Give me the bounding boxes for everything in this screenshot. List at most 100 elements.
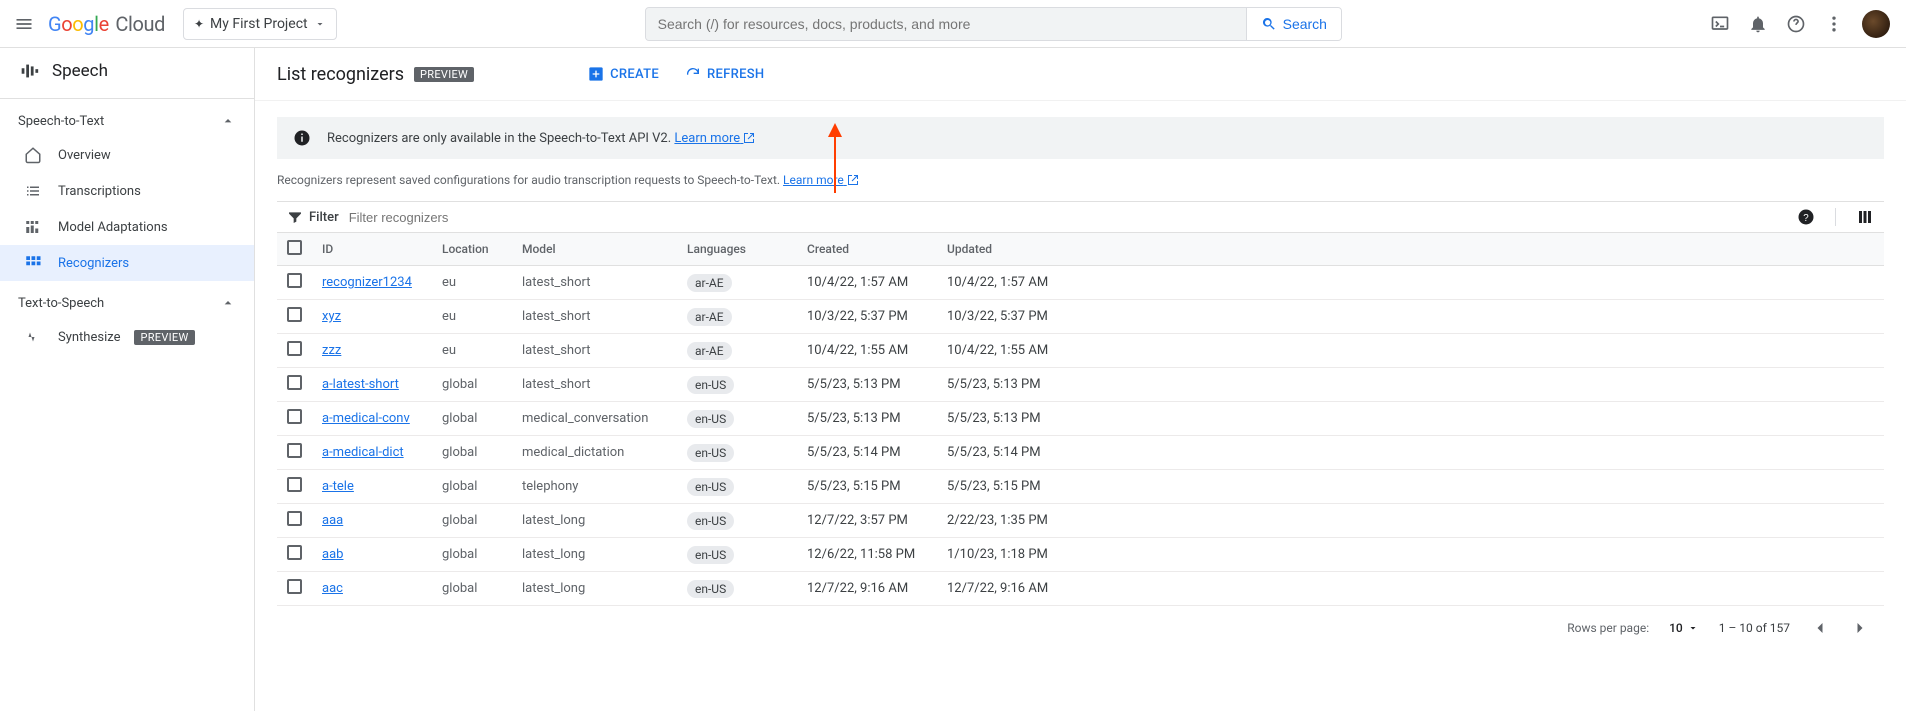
cell-location: global [432, 436, 512, 470]
filter-input[interactable] [349, 210, 1787, 225]
sidebar-item-overview[interactable]: Overview [0, 137, 254, 173]
table-row: a-medical-dictglobalmedical_dictationen-… [277, 436, 1884, 470]
cell-created: 5/5/23, 5:15 PM [797, 470, 937, 504]
row-checkbox[interactable] [287, 579, 302, 594]
help-icon[interactable] [1786, 14, 1806, 34]
cell-updated: 12/7/22, 9:16 AM [937, 572, 1884, 606]
menu-icon[interactable] [12, 12, 36, 36]
row-checkbox[interactable] [287, 341, 302, 356]
row-checkbox[interactable] [287, 477, 302, 492]
col-location[interactable]: Location [432, 233, 512, 266]
cell-lang: en-US [677, 572, 797, 606]
sidebar-item-recognizers[interactable]: Recognizers [0, 245, 254, 281]
speech-icon [18, 60, 40, 82]
col-created[interactable]: Created [797, 233, 937, 266]
recognizer-link[interactable]: zzz [322, 343, 341, 358]
project-picker[interactable]: ✦ My First Project [183, 8, 337, 40]
cell-model: medical_dictation [512, 436, 677, 470]
cell-location: eu [432, 300, 512, 334]
col-languages[interactable]: Languages [677, 233, 797, 266]
sidebar-item-label: Synthesize [58, 330, 120, 345]
more-icon[interactable] [1824, 14, 1844, 34]
sidebar-item-label: Transcriptions [58, 184, 141, 199]
home-icon [24, 146, 44, 164]
search-container: Search [645, 7, 1342, 41]
cell-updated: 10/3/22, 5:37 PM [937, 300, 1884, 334]
cell-lang: ar-AE [677, 300, 797, 334]
cell-created: 5/5/23, 5:13 PM [797, 368, 937, 402]
rows-per-page-select[interactable]: 10 [1669, 621, 1699, 635]
notifications-icon[interactable] [1748, 14, 1768, 34]
row-checkbox[interactable] [287, 409, 302, 424]
recognizer-link[interactable]: aaa [322, 513, 343, 528]
project-name: My First Project [210, 16, 308, 32]
recognizer-link[interactable]: a-medical-conv [322, 411, 410, 426]
content-header: List recognizers PREVIEW CREATE REFRESH [255, 48, 1906, 101]
row-checkbox[interactable] [287, 375, 302, 390]
col-model[interactable]: Model [512, 233, 677, 266]
cell-location: global [432, 538, 512, 572]
external-link-icon [743, 132, 755, 144]
recognizer-link[interactable]: a-medical-dict [322, 445, 404, 460]
create-button[interactable]: CREATE [582, 62, 665, 86]
row-checkbox[interactable] [287, 273, 302, 288]
cell-location: global [432, 402, 512, 436]
cell-lang: ar-AE [677, 334, 797, 368]
page-title: List recognizers PREVIEW [277, 64, 474, 85]
refresh-button[interactable]: REFRESH [679, 62, 770, 86]
banner-learn-more-link[interactable]: Learn more [674, 131, 755, 146]
row-checkbox[interactable] [287, 443, 302, 458]
refresh-label: REFRESH [707, 67, 764, 82]
plus-icon [588, 66, 604, 82]
chevron-up-icon [220, 295, 236, 311]
next-page-button[interactable] [1850, 618, 1870, 638]
col-updated[interactable]: Updated [937, 233, 1884, 266]
columns-icon[interactable] [1835, 208, 1874, 226]
info-icon [293, 129, 311, 147]
wave-icon [24, 328, 44, 346]
cell-location: global [432, 504, 512, 538]
sidebar-section-stt[interactable]: Speech-to-Text [0, 99, 254, 137]
recognizer-link[interactable]: xyz [322, 309, 341, 324]
grid-icon [24, 254, 44, 272]
sidebar-item-synthesize[interactable]: Synthesize PREVIEW [0, 319, 254, 355]
row-checkbox[interactable] [287, 545, 302, 560]
sidebar-item-label: Overview [58, 148, 111, 163]
description: Recognizers represent saved configuratio… [277, 173, 1884, 187]
col-id[interactable]: ID [312, 233, 432, 266]
sidebar-item-transcriptions[interactable]: Transcriptions [0, 173, 254, 209]
help-filled-icon[interactable]: ? [1797, 208, 1815, 226]
sidebar-item-label: Recognizers [58, 256, 129, 271]
content: List recognizers PREVIEW CREATE REFRESH … [255, 48, 1906, 711]
sidebar-section-tts[interactable]: Text-to-Speech [0, 281, 254, 319]
desc-learn-more-link[interactable]: Learn more [783, 173, 859, 187]
select-all-checkbox[interactable] [287, 240, 302, 255]
recognizer-link[interactable]: a-latest-short [322, 377, 399, 392]
search-input[interactable] [646, 8, 1246, 40]
google-cloud-logo[interactable]: Google Cloud [48, 12, 165, 36]
avatar[interactable] [1862, 10, 1890, 38]
recognizer-link[interactable]: aac [322, 581, 343, 596]
cloud-shell-icon[interactable] [1710, 14, 1730, 34]
cell-updated: 1/10/23, 1:18 PM [937, 538, 1884, 572]
prev-page-button[interactable] [1810, 618, 1830, 638]
cell-updated: 5/5/23, 5:15 PM [937, 470, 1884, 504]
table-row: aacgloballatest_longen-US12/7/22, 9:16 A… [277, 572, 1884, 606]
sidebar-header: Speech [0, 48, 254, 99]
table-row: aaagloballatest_longen-US12/7/22, 3:57 P… [277, 504, 1884, 538]
sidebar-item-adaptations[interactable]: Model Adaptations [0, 209, 254, 245]
cell-lang: en-US [677, 402, 797, 436]
recognizer-link[interactable]: recognizer1234 [322, 275, 412, 290]
recognizer-link[interactable]: aab [322, 547, 343, 562]
row-checkbox[interactable] [287, 307, 302, 322]
cell-created: 5/5/23, 5:14 PM [797, 436, 937, 470]
recognizers-table: ID Location Model Languages Created Upda… [277, 233, 1884, 606]
table-row: zzzeulatest_shortar-AE10/4/22, 1:55 AM10… [277, 334, 1884, 368]
cell-location: global [432, 572, 512, 606]
search-button[interactable]: Search [1246, 8, 1341, 40]
row-checkbox[interactable] [287, 511, 302, 526]
cell-model: latest_long [512, 504, 677, 538]
recognizer-link[interactable]: a-tele [322, 479, 354, 494]
cell-model: telephony [512, 470, 677, 504]
external-link-icon [847, 174, 859, 186]
